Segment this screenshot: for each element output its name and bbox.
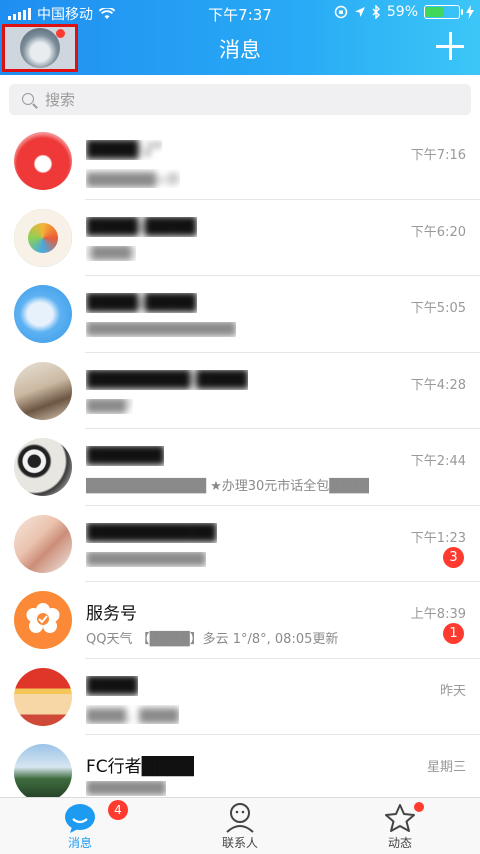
tab-messages-label: 消息 — [67, 836, 92, 850]
search-input[interactable] — [43, 89, 427, 110]
battery-icon — [424, 5, 463, 19]
contact-avatar — [14, 667, 72, 726]
contact-avatar — [14, 285, 72, 343]
conversation-name: ████████·████ — [86, 370, 248, 390]
message-bubble-icon — [65, 804, 95, 833]
conversation-time: 上午8:39 — [410, 607, 466, 622]
conversation-preview: ████████████ — [86, 552, 206, 567]
conversation-list: ████·♪" ███████+群 下午7:16 ████-████ [████… — [0, 123, 480, 812]
contact-avatar — [14, 438, 72, 496]
service-flower-icon — [26, 603, 60, 633]
conversation-row[interactable]: ████·♪" ███████+群 下午7:16 — [0, 123, 480, 200]
conversation-preview-text: ████，████ — [86, 708, 179, 724]
conversation-time: 下午2:44 — [410, 454, 466, 469]
search-area — [0, 75, 480, 123]
conversation-name: ████-████ — [86, 293, 197, 313]
conversation-name: ████·♪" — [86, 140, 162, 160]
conversation-time: 下午5:05 — [410, 301, 466, 316]
conversation-name-text: ████ — [86, 675, 139, 696]
conversation-preview: ███████+群 — [86, 169, 180, 188]
moments-notification-dot — [414, 802, 424, 812]
conversation-row[interactable]: ██████ ████████████ ★办理30元市话全包████ 下午2:4… — [0, 429, 480, 506]
conversation-name: ████ — [86, 676, 138, 696]
conversation-preview-text: ████████ — [86, 781, 166, 796]
conversation-preview-text: ████? — [86, 398, 133, 414]
conversation-preview-text: [████] — [86, 245, 137, 261]
bottom-tab-bar: 4 消息 联系人 动态 — [0, 797, 480, 854]
bluetooth-icon — [372, 5, 380, 19]
conversation-preview-text: ████████████ — [86, 551, 206, 567]
add-plus-button[interactable] — [436, 32, 464, 60]
conversation-preview: ████? — [86, 399, 133, 414]
orientation-lock-icon — [334, 5, 348, 19]
tab-contacts-label: 联系人 — [221, 836, 258, 850]
conversation-preview: ████████ — [86, 781, 166, 796]
conversation-preview: ████，████ — [86, 705, 179, 724]
conversation-time: 下午7:16 — [410, 148, 466, 163]
conversation-name-text: ██████ — [86, 446, 165, 466]
status-bar: 中国移动 下午7:37 59% — [0, 0, 480, 24]
contact-avatar — [14, 132, 72, 190]
conversation-name: 服务号 — [86, 604, 137, 624]
unread-badge: 3 — [443, 546, 464, 568]
conversation-preview-text: ████████████ ★办理30元市话全包████ — [86, 479, 370, 494]
tab-moments-label: 动态 — [387, 836, 412, 850]
conversation-name-text: ████·♪" — [86, 140, 163, 160]
conversation-row[interactable]: ████████·████ ████? 下午4:28 — [0, 353, 480, 430]
tab-messages[interactable]: 4 消息 — [20, 798, 140, 854]
contact-avatar — [14, 744, 72, 802]
contact-avatar — [14, 591, 72, 649]
conversation-name: ██████ — [86, 446, 164, 466]
conversation-preview: QQ天气 【████】多云 1°/8°, 08:05更新 — [86, 628, 338, 647]
conversation-name-text: ████-████ — [86, 293, 197, 313]
top-header: 中国移动 下午7:37 59% 消息 — [0, 0, 480, 75]
messages-badge: 4 — [108, 800, 128, 820]
contact-avatar — [14, 208, 72, 267]
tab-moments[interactable]: 动态 — [340, 798, 460, 854]
contacts-person-icon — [226, 803, 254, 833]
conversation-preview-text: ███████+群 — [86, 173, 180, 188]
battery-fill — [426, 7, 445, 17]
conversation-row[interactable]: ██████████ ████████████ 下午1:23 3 — [0, 506, 480, 583]
conversation-time: 星期三 — [426, 760, 466, 775]
conversation-preview: [████] — [86, 246, 136, 261]
charging-icon — [466, 5, 474, 19]
conversation-name-text: ████-████ — [86, 216, 197, 237]
search-icon — [21, 92, 37, 108]
conversation-time: 下午1:23 — [410, 530, 466, 546]
contact-avatar — [14, 361, 72, 420]
conversation-row[interactable]: ████-████ [████] 下午6:20 — [0, 200, 480, 277]
conversation-time: 昨天 — [439, 683, 466, 699]
conversation-name-text: FC行者████ — [86, 757, 194, 777]
star-icon — [385, 804, 415, 832]
conversation-name: ████-████ — [86, 217, 197, 237]
conversation-row[interactable]: 服务号 QQ天气 【████】多云 1°/8°, 08:05更新 上午8:39 … — [0, 582, 480, 659]
conversation-name: ██████████ — [86, 523, 217, 543]
conversation-row[interactable]: ████-████ ███████████████ 下午5:05 — [0, 276, 480, 353]
unread-badge: 1 — [443, 623, 464, 644]
conversation-preview-text: ███████████████ — [86, 322, 236, 337]
conversation-time: 下午4:28 — [410, 377, 466, 393]
conversation-name-text: ██████████ — [86, 522, 217, 543]
conversation-preview: ███████████████ — [86, 322, 236, 337]
contact-avatar — [14, 514, 72, 573]
conversation-preview: ████████████ ★办理30元市话全包████ — [86, 475, 369, 494]
conversation-name-text: ████████·████ — [86, 369, 249, 390]
conversation-row[interactable]: ████ ████，████ 昨天 — [0, 659, 480, 736]
location-icon — [354, 7, 365, 17]
page-title: 消息 — [219, 38, 261, 62]
conversation-name: FC行者████ — [86, 752, 194, 777]
search-bar[interactable] — [9, 84, 471, 115]
battery-percent: 59% — [386, 4, 418, 20]
conversation-preview-text: QQ天气 【████】多云 1°/8°, 08:05更新 — [86, 632, 339, 647]
tab-contacts[interactable]: 联系人 — [180, 798, 300, 854]
conversation-time: 下午6:20 — [410, 224, 466, 240]
